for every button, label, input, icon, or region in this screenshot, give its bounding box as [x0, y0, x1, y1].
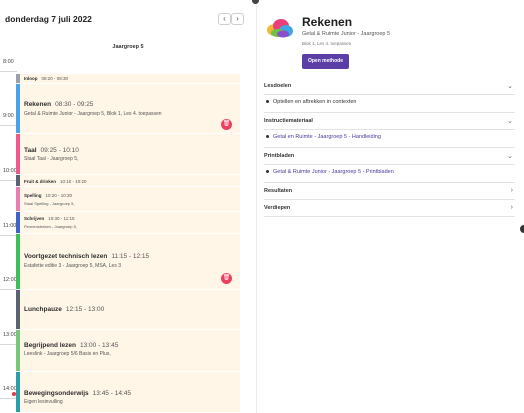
event-title: Bewegingsonderwijs 13:45 - 14:45: [24, 390, 131, 397]
panel-divider: [256, 0, 257, 413]
detail-title: Rekenen: [302, 15, 353, 29]
hour-line: [0, 235, 17, 236]
hour-line: [0, 289, 17, 290]
event-color-bar: [16, 175, 20, 186]
hour-label: 14:00: [3, 386, 17, 392]
hour-label: 13:00: [3, 332, 17, 338]
instructie-link[interactable]: Getal en Ruimte - Jaargroep 5 - Handleid…: [266, 134, 381, 140]
event-color-bar: [16, 187, 20, 211]
chevron-left-icon: ‹: [223, 14, 226, 23]
section-divider: [264, 112, 515, 113]
prev-day-button[interactable]: ‹: [218, 13, 231, 25]
event-subtitle: Getal & Ruimte Junior - Jaargroep 5, Blo…: [24, 111, 162, 117]
event-color-bar: [16, 234, 20, 289]
hour-line: [0, 398, 17, 399]
delete-event-button[interactable]: 🗑: [221, 273, 232, 284]
event-color-bar: [16, 372, 20, 412]
detail-subtitle: Getal & Ruimte Junior - Jaargroep 5: [302, 31, 391, 37]
event-color-bar: [16, 74, 20, 83]
section-divider: [264, 94, 515, 95]
event-color-bar: [16, 84, 20, 133]
event-taal[interactable]: Taal 09:25 - 10:10 Staal Taal - Jaargroep…: [16, 134, 240, 175]
event-color-bar: [16, 212, 20, 233]
event-title: Spelling 10:20 - 10:30: [24, 193, 73, 198]
cloud-logo-icon: [267, 19, 293, 38]
section-lesdoelen[interactable]: Lesdoelen ⌄: [264, 83, 515, 90]
hour-label: 11:00: [3, 223, 17, 229]
event-subtitle: Estafette editie 3 - Jaargroep 5, MSA, L…: [24, 263, 121, 269]
current-time-indicator: [12, 392, 16, 396]
event-color-bar: [16, 330, 20, 371]
event-spelling[interactable]: Spelling 10:20 - 10:30 Staal Spelling - J…: [16, 187, 240, 212]
calendar-panel: donderdag 7 juli 2022 ‹ › Jaargroep 5 8:…: [0, 0, 256, 413]
event-fruit-drinken[interactable]: Fruit & drinken 10:10 - 10:20: [16, 175, 240, 187]
event-rekenen[interactable]: Rekenen 08:30 - 09:25 Getal & Ruimte Juni…: [16, 84, 240, 134]
date-title: donderdag 7 juli 2022: [5, 14, 92, 24]
hour-label: 12:00: [3, 277, 17, 283]
hour-line: [0, 125, 17, 126]
printbladen-link[interactable]: Getal & Ruimte Junior - Jaargroep 5 - Pr…: [266, 169, 394, 175]
event-title: Voortgezet technisch lezen 11:15 - 12:15: [24, 253, 150, 260]
event-schrijven[interactable]: Schrijven 10:30 - 11:15 Pennenstreken - J…: [16, 212, 240, 234]
event-color-bar: [16, 290, 20, 329]
delete-event-button[interactable]: 🗑: [221, 119, 232, 130]
chevron-down-icon: ⌄: [507, 153, 513, 160]
list-item: Optellen en aftrekken in contexten: [266, 99, 356, 105]
hour-line: [0, 71, 17, 72]
detail-meta: Blok 1, Les 4. toepassen: [302, 41, 352, 46]
event-begrijpend-lezen[interactable]: Begrijpend lezen 13:00 - 13:45 Leeslink -…: [16, 330, 240, 372]
chevron-down-icon: ⌄: [507, 118, 513, 125]
chevron-down-icon: ⌄: [507, 83, 513, 90]
event-lunchpauze[interactable]: Lunchpauze 12:15 - 13:00: [16, 290, 240, 330]
scroll-handle[interactable]: [520, 225, 524, 233]
event-title: Schrijven 10:30 - 11:15: [24, 216, 75, 221]
chevron-right-icon: ›: [236, 14, 239, 23]
event-title: Taal 09:25 - 10:10: [24, 147, 79, 154]
event-subtitle: Pennenstreken - Jaargroep 5,: [24, 224, 77, 229]
section-instructiemateriaal[interactable]: Instructiemateriaal ⌄: [264, 118, 515, 125]
column-header: Jaargroep 5: [112, 44, 144, 50]
section-resultaten[interactable]: Resultaten ›: [264, 187, 515, 194]
section-verdiepen[interactable]: Verdiepen ›: [264, 204, 515, 211]
section-divider: [264, 199, 515, 200]
hour-label: 10:00: [3, 168, 17, 174]
event-voortgezet-technisch-lezen[interactable]: Voortgezet technisch lezen 11:15 - 12:15 …: [16, 234, 240, 290]
scroll-handle[interactable]: [252, 0, 259, 4]
event-subtitle: Eigen lesinvulling: [24, 399, 63, 405]
open-methode-button[interactable]: Open methode: [302, 54, 349, 69]
trash-icon: 🗑: [222, 275, 231, 281]
event-title: Begrijpend lezen 13:00 - 13:45: [24, 342, 119, 349]
hour-label: 8:00: [3, 59, 14, 65]
chevron-right-icon: ›: [510, 204, 513, 211]
event-title: Rekenen 08:30 - 09:25: [24, 101, 94, 108]
section-divider: [264, 129, 515, 130]
section-divider: [264, 182, 515, 183]
section-divider: [264, 147, 515, 148]
event-bewegingsonderwijs[interactable]: Bewegingsonderwijs 13:45 - 14:45 Eigen le…: [16, 372, 240, 413]
section-divider: [264, 216, 515, 217]
hour-line: [0, 344, 17, 345]
trash-icon: 🗑: [222, 121, 231, 127]
hour-label: 9:00: [3, 113, 14, 119]
chevron-right-icon: ›: [510, 187, 513, 194]
event-color-bar: [16, 134, 20, 174]
section-divider: [264, 164, 515, 165]
next-day-button[interactable]: ›: [231, 13, 244, 25]
event-subtitle: Leeslink - Jaargroep 5/6 Basis en Plus,: [24, 351, 111, 357]
event-subtitle: Staal Taal - Jaargroep 5,: [24, 156, 79, 162]
hour-line: [0, 180, 17, 181]
event-title: Lunchpauze 12:15 - 13:00: [24, 306, 105, 313]
event-inloop[interactable]: Inloop 08:20 - 08:30: [16, 74, 240, 84]
section-printbladen[interactable]: Printbladen ⌄: [264, 153, 515, 160]
event-title: Inloop 08:20 - 08:30: [24, 76, 69, 81]
event-subtitle: Staal Spelling - Jaargroep 5,: [24, 201, 75, 206]
event-title: Fruit & drinken 10:10 - 10:20: [24, 179, 87, 184]
